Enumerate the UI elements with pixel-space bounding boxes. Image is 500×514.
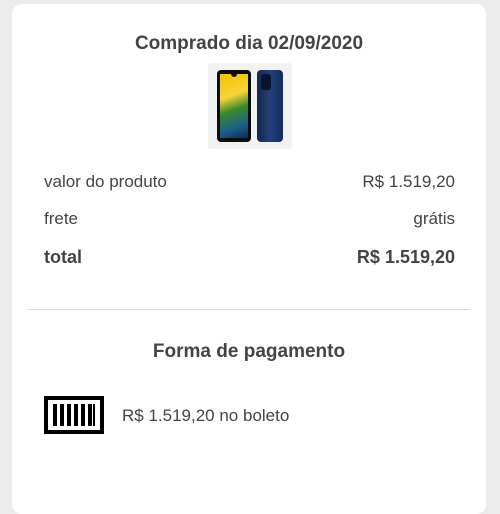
total-label: total — [44, 247, 82, 267]
total-amount: R$ 1.519,20 — [356, 247, 455, 267]
section-divider — [28, 309, 470, 310]
order-card: Comprado dia 02/09/2020 valor do produto… — [12, 4, 486, 514]
shipping-label: frete — [44, 209, 79, 228]
product-value-amount: R$ 1.519,20 — [362, 172, 455, 191]
payment-method-text: R$ 1.519,20 no boleto — [122, 406, 290, 425]
barcode-icon — [44, 396, 104, 434]
payment-section-title: Forma de pagamento — [152, 341, 346, 362]
total-row: total R$ 1.519,20 — [44, 247, 455, 268]
shipping-value: grátis — [413, 209, 455, 228]
phone-back-image — [257, 70, 283, 142]
phone-front-image — [217, 70, 251, 142]
shipping-row: frete grátis — [44, 209, 455, 229]
product-value-label: valor do produto — [44, 172, 167, 191]
product-value-row: valor do produto R$ 1.519,20 — [44, 172, 455, 192]
product-image[interactable] — [208, 63, 292, 149]
order-date-title: Comprado dia 02/09/2020 — [134, 33, 364, 54]
